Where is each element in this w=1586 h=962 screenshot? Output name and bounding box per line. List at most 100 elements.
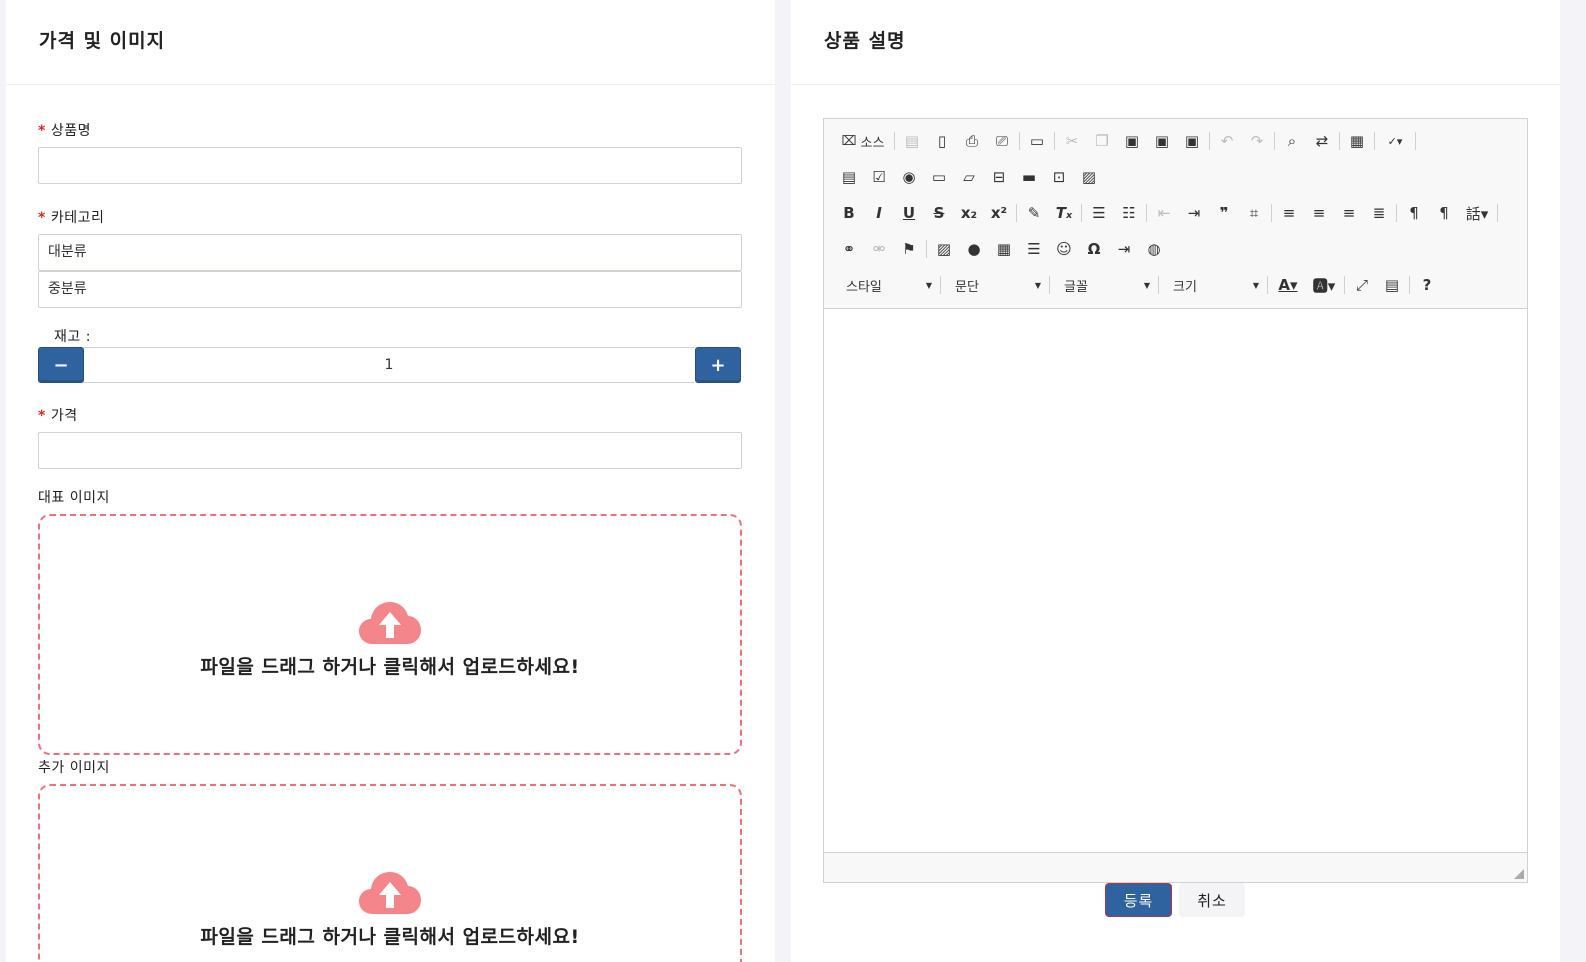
smiley-icon[interactable]: ☺ [1049, 236, 1079, 262]
maximize-icon[interactable]: ⤢ [1347, 272, 1377, 298]
stock-decrement-button[interactable]: − [38, 347, 84, 383]
horizontal-rule-icon[interactable]: ☰ [1019, 236, 1049, 262]
copy-icon[interactable]: ❐ [1087, 128, 1117, 154]
print-icon[interactable]: ⎚ [987, 128, 1017, 154]
cancel-button[interactable]: 취소 [1179, 883, 1245, 917]
bold-icon[interactable]: B [834, 200, 864, 226]
panel-header: 가격 및 이미지 [6, 0, 775, 85]
paste-text-icon[interactable]: ▣ [1147, 128, 1177, 154]
product-name-input[interactable] [38, 147, 742, 184]
toolbar-row: ⚭ ⚮ ⚑ ▨ ● ▦ ☰ ☺ Ω ⇥ ◍ [834, 236, 1169, 262]
save-icon[interactable]: ▤ [897, 128, 927, 154]
category-label: * 카테고리 [38, 210, 105, 226]
stock-label: 재고 : [54, 329, 91, 345]
textfield-icon[interactable]: ▭ [924, 164, 954, 190]
source-button[interactable]: ⌧ 소스 [834, 128, 892, 154]
resize-handle-icon[interactable] [1514, 869, 1524, 879]
page-break-icon[interactable]: ⇥ [1109, 236, 1139, 262]
align-right-icon[interactable]: ≡ [1334, 200, 1364, 226]
main-image-prompt: 파일을 드래그 하거나 클릭해서 업로드하세요! [200, 656, 580, 678]
bulleted-list-icon[interactable]: ☷ [1114, 200, 1144, 226]
extra-image-prompt: 파일을 드래그 하거나 클릭해서 업로드하세요! [200, 926, 580, 948]
textarea-icon[interactable]: ▱ [954, 164, 984, 190]
unlink-icon[interactable]: ⚮ [864, 236, 894, 262]
checkbox-icon[interactable]: ☑ [864, 164, 894, 190]
image-icon[interactable]: ▨ [929, 236, 959, 262]
redo-icon[interactable]: ↷ [1242, 128, 1272, 154]
cloud-upload-icon [359, 602, 421, 644]
paragraph-select[interactable]: 문단 ▼ [943, 272, 1047, 298]
dropdown-arrow-icon: ▼ [1034, 280, 1041, 290]
underline-icon[interactable]: U [894, 200, 924, 226]
rtl-icon[interactable]: ¶ [1429, 200, 1459, 226]
remove-format-icon[interactable]: Tₓ [1049, 200, 1079, 226]
align-center-icon[interactable]: ≡ [1304, 200, 1334, 226]
text-color-icon[interactable]: A▾ [1270, 272, 1306, 298]
source-icon: ⌧ [841, 133, 857, 149]
strike-icon[interactable]: S [924, 200, 954, 226]
table-icon[interactable]: ▦ [989, 236, 1019, 262]
cut-icon[interactable]: ✂ [1057, 128, 1087, 154]
iframe-icon[interactable]: ◍ [1139, 236, 1169, 262]
main-image-label: 대표 이미지 [38, 490, 110, 506]
price-input[interactable] [38, 432, 742, 469]
spellcheck-icon[interactable]: ✓▾ [1377, 128, 1413, 154]
div-icon[interactable]: ⌗ [1239, 200, 1269, 226]
style-select[interactable]: 스타일 ▼ [834, 272, 938, 298]
main-image-dropzone[interactable]: 파일을 드래그 하거나 클릭해서 업로드하세요! [38, 514, 742, 755]
stock-increment-button[interactable]: + [695, 347, 741, 383]
paste-icon[interactable]: ▣ [1117, 128, 1147, 154]
undo-icon[interactable]: ↶ [1212, 128, 1242, 154]
find-icon[interactable]: ⌕ [1277, 128, 1307, 154]
language-icon[interactable]: 話▾ [1459, 200, 1495, 226]
button-icon[interactable]: ▬ [1014, 164, 1044, 190]
font-select[interactable]: 글꼴 ▼ [1052, 272, 1156, 298]
category-major-select[interactable]: 대분류 [38, 234, 742, 271]
italic-icon[interactable]: I [864, 200, 894, 226]
radio-icon[interactable]: ◉ [894, 164, 924, 190]
preview-icon[interactable]: ⎙ [957, 128, 987, 154]
templates-icon[interactable]: ▭ [1022, 128, 1052, 154]
form-icon[interactable]: ▤ [834, 164, 864, 190]
select-icon[interactable]: ⊟ [984, 164, 1014, 190]
ltr-icon[interactable]: ¶ [1399, 200, 1429, 226]
copy-format-icon[interactable]: ✎ [1019, 200, 1049, 226]
dropdown-arrow-icon: ▼ [1252, 280, 1259, 290]
price-label: * 가격 [38, 408, 78, 424]
image-button-icon[interactable]: ⊡ [1044, 164, 1074, 190]
numbered-list-icon[interactable]: ☰ [1084, 200, 1114, 226]
outdent-icon[interactable]: ⇤ [1149, 200, 1179, 226]
replace-icon[interactable]: ⇄ [1307, 128, 1337, 154]
paste-word-icon[interactable]: ▣ [1177, 128, 1207, 154]
select-all-icon[interactable]: ▦ [1342, 128, 1372, 154]
plus-icon: + [710, 354, 726, 376]
submit-button[interactable]: 등록 [1105, 883, 1172, 917]
help-icon[interactable]: ? [1412, 272, 1442, 298]
blockquote-icon[interactable]: ❞ [1209, 200, 1239, 226]
new-page-icon[interactable]: ▯ [927, 128, 957, 154]
bg-color-icon[interactable]: 🅰▾ [1306, 272, 1342, 298]
flash-icon[interactable]: ● [959, 236, 989, 262]
cloud-upload-icon [359, 872, 421, 914]
editor-content-area[interactable] [824, 308, 1527, 853]
justify-icon[interactable]: ≣ [1364, 200, 1394, 226]
editor-toolbar: ⌧ 소스 ▤ ▯ ⎙ ⎚ ▭ ✂ ❐ ▣ ▣ ▣ ↶ ↷ ⌕ ⇄ ▦ ✓▾ ▤ … [824, 119, 1527, 309]
superscript-icon[interactable]: x² [984, 200, 1014, 226]
hidden-field-icon[interactable]: ▨ [1074, 164, 1104, 190]
toolbar-row: ▤ ☑ ◉ ▭ ▱ ⊟ ▬ ⊡ ▨ [834, 164, 1104, 190]
extra-image-dropzone[interactable]: 파일을 드래그 하거나 클릭해서 업로드하세요! [38, 784, 742, 962]
indent-icon[interactable]: ⇥ [1179, 200, 1209, 226]
minus-icon: − [53, 354, 69, 376]
subscript-icon[interactable]: x₂ [954, 200, 984, 226]
category-minor-select[interactable]: 중분류 [38, 271, 742, 308]
special-char-icon[interactable]: Ω [1079, 236, 1109, 262]
anchor-icon[interactable]: ⚑ [894, 236, 924, 262]
size-select[interactable]: 크기 ▼ [1161, 272, 1265, 298]
dropdown-arrow-icon: ▼ [925, 280, 932, 290]
stock-input[interactable]: 1 [83, 347, 695, 383]
show-blocks-icon[interactable]: ▤ [1377, 272, 1407, 298]
align-left-icon[interactable]: ≡ [1274, 200, 1304, 226]
panel-title: 상품 설명 [824, 30, 906, 52]
link-icon[interactable]: ⚭ [834, 236, 864, 262]
toolbar-row: B I U S x₂ x² ✎ Tₓ ☰ ☷ ⇤ ⇥ ❞ ⌗ ≡ ≡ ≡ ≣ ¶… [834, 200, 1500, 226]
